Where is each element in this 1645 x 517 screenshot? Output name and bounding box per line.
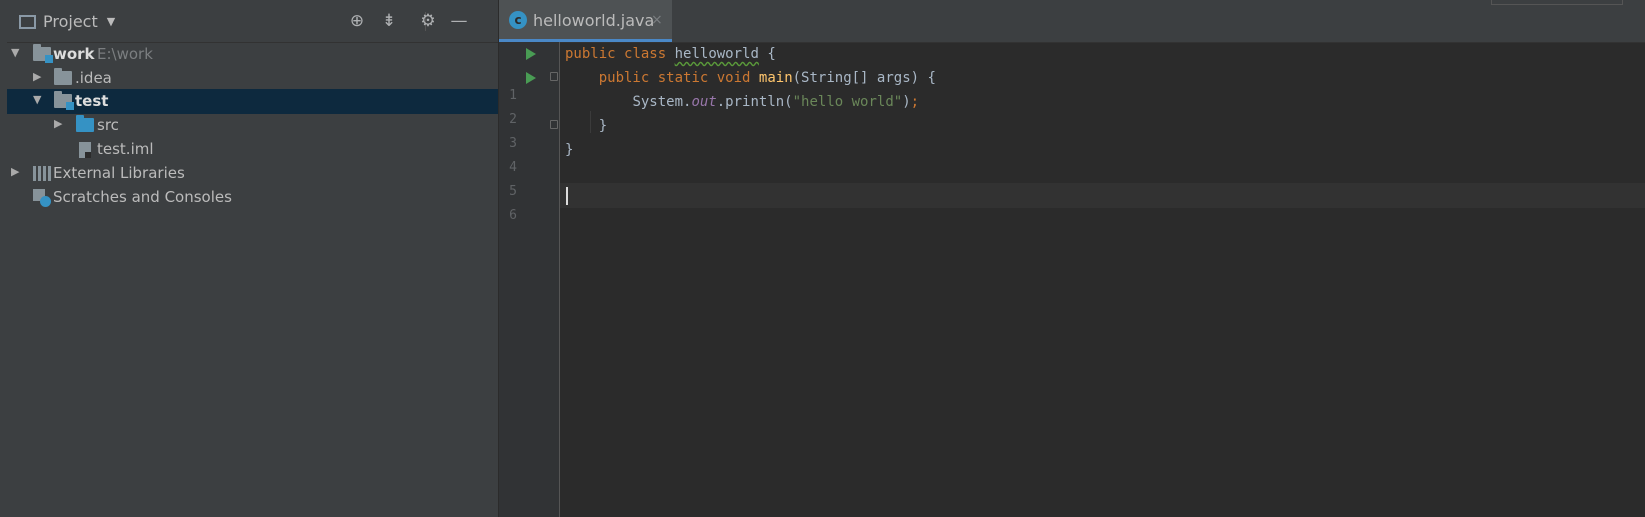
gutter-divider	[559, 42, 560, 517]
tree-item-label: Scratches and Consoles	[53, 188, 232, 206]
expand-arrow-icon[interactable]: ▶	[54, 117, 62, 130]
tree-item-label: External Libraries	[53, 164, 185, 182]
text-cursor	[566, 187, 568, 205]
expand-arrow-icon[interactable]: ▼	[33, 93, 41, 106]
tree-item-src[interactable]: ▶ src	[7, 113, 498, 138]
module-folder-icon	[54, 91, 74, 110]
tree-item-external-libraries[interactable]: ▶ External Libraries	[7, 161, 498, 186]
expand-arrow-icon[interactable]: ▶	[33, 70, 41, 83]
fold-icon[interactable]	[550, 120, 558, 129]
line-number: 6	[509, 208, 517, 223]
current-line-highlight	[560, 183, 1645, 208]
line-number: 1	[509, 88, 517, 103]
line-number: 5	[509, 184, 517, 199]
code-line-5: }	[565, 142, 574, 158]
tab-label: helloworld.java	[533, 11, 655, 30]
tree-item-label: test	[75, 92, 109, 110]
project-window-icon	[19, 14, 36, 29]
tab-helloworld-java[interactable]: c helloworld.java ×	[499, 0, 672, 42]
tree-item-label: src	[97, 116, 119, 134]
collapse-all-icon[interactable]: ⇟	[378, 11, 400, 31]
gear-icon[interactable]: ⚙	[417, 11, 439, 31]
source-folder-icon	[76, 115, 94, 132]
code-line-3: System.out.println("hello world");	[632, 94, 920, 110]
iml-file-icon	[79, 142, 91, 158]
editor-gutter[interactable]: 1 2 3 4 5 6	[499, 42, 559, 517]
folder-icon	[54, 68, 72, 85]
expand-arrow-icon[interactable]: ▶	[11, 165, 19, 178]
line-number: 4	[509, 160, 517, 175]
hide-icon[interactable]: —	[448, 11, 470, 31]
java-class-icon: c	[509, 11, 527, 29]
expand-arrow-icon[interactable]: ▼	[11, 46, 19, 59]
editor-tab-bar: c helloworld.java ×	[499, 0, 1645, 43]
tree-item-path: E:\work	[97, 45, 153, 63]
tree-item-scratches[interactable]: Scratches and Consoles	[7, 185, 498, 210]
line-number: 3	[509, 136, 517, 151]
run-main-icon[interactable]	[526, 72, 536, 84]
project-panel-header: Project ▼ ⊕ ⇟ ⚙ —	[7, 0, 498, 43]
tree-item-work[interactable]: ▼ work E:\work	[7, 42, 498, 67]
run-class-icon[interactable]	[526, 48, 536, 60]
close-icon[interactable]: ×	[651, 12, 663, 28]
project-panel: Project ▼ ⊕ ⇟ ⚙ — ▼ work E:\work ▶ .idea…	[7, 0, 499, 517]
libraries-icon	[33, 166, 53, 181]
chevron-down-icon[interactable]: ▼	[107, 15, 115, 28]
tree-item-test-iml[interactable]: test.iml	[7, 137, 498, 162]
fold-icon[interactable]	[550, 72, 558, 81]
project-view-selector[interactable]: Project ▼	[19, 12, 115, 31]
tree-item-label: test.iml	[97, 140, 154, 158]
locate-icon[interactable]: ⊕	[346, 11, 368, 31]
line-number: 2	[509, 112, 517, 127]
tree-item-label: work	[53, 45, 95, 63]
module-folder-icon	[33, 44, 53, 63]
tree-item-idea[interactable]: ▶ .idea	[7, 66, 498, 91]
tree-item-test[interactable]: ▼ test	[7, 89, 498, 114]
code-line-1: public class helloworld {	[565, 46, 776, 62]
toolbar-edge	[1491, 0, 1623, 5]
scratches-icon	[33, 189, 51, 207]
code-line-2: public static void main(String[] args) {	[598, 70, 936, 86]
tree-item-label: .idea	[75, 69, 112, 87]
project-title: Project	[43, 12, 98, 31]
code-line-4: }	[598, 118, 608, 134]
editor-area: c helloworld.java × 1 2 3 4 5 6 public c…	[499, 0, 1645, 517]
